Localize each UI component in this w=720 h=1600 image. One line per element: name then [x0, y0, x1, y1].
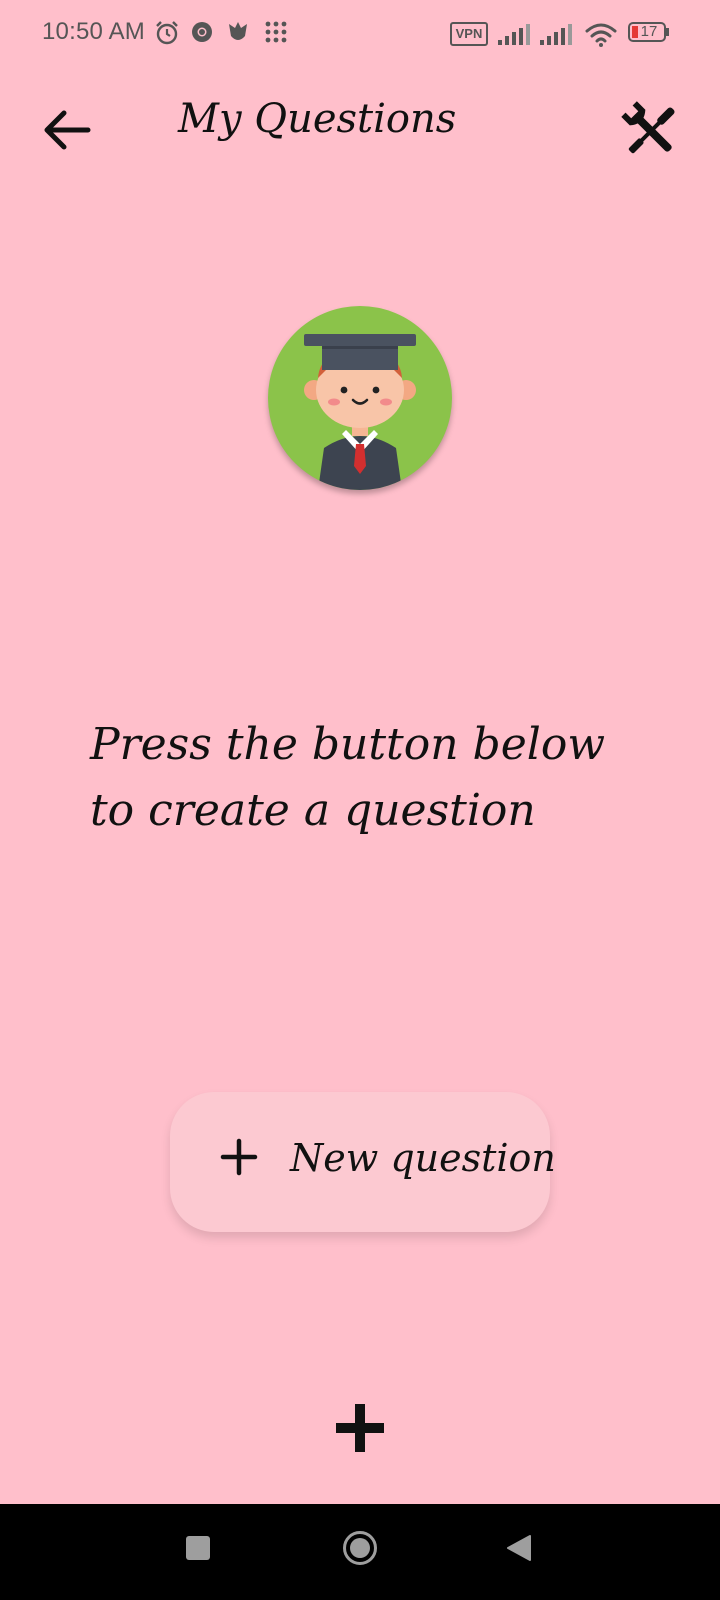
- alarm-icon: [156, 21, 178, 45]
- new-question-button[interactable]: New question: [170, 1092, 556, 1232]
- wifi-icon: [585, 23, 617, 47]
- bottom-add-button[interactable]: [336, 1404, 384, 1452]
- vpn-badge: VPN: [450, 22, 488, 46]
- tulip-icon: [229, 22, 247, 40]
- signal-icon: [540, 24, 572, 45]
- empty-state-message: Press the button below to create a quest…: [90, 719, 605, 836]
- graduate-avatar: [268, 306, 452, 490]
- signal-icon: [498, 24, 530, 45]
- back-triangle-icon[interactable]: [506, 1534, 532, 1562]
- status-bar: 10:50 AM VPN 17: [0, 0, 720, 70]
- tools-icon: [621, 101, 675, 154]
- graduate-avatar-icon: [304, 334, 416, 490]
- tools-button[interactable]: [618, 98, 684, 164]
- status-time: 10:50 AM: [42, 18, 146, 45]
- system-nav-bar: [0, 1504, 720, 1600]
- back-button[interactable]: [38, 100, 98, 160]
- new-question-label: New question: [290, 1136, 556, 1180]
- app-grid-icon: [265, 21, 287, 43]
- plus-bold-icon: [336, 1404, 384, 1452]
- battery-level: 17: [640, 23, 658, 40]
- home-circle-icon[interactable]: [342, 1530, 378, 1566]
- chrome-icon: [192, 22, 212, 42]
- page-title: My Questions: [178, 96, 457, 142]
- recents-square-icon[interactable]: [186, 1536, 210, 1560]
- plus-icon: [220, 1138, 258, 1176]
- battery-icon: 17: [628, 22, 670, 42]
- arrow-left-icon: [44, 110, 91, 150]
- screen: 10:50 AM VPN 17 My Questions Press the b…: [0, 0, 720, 1600]
